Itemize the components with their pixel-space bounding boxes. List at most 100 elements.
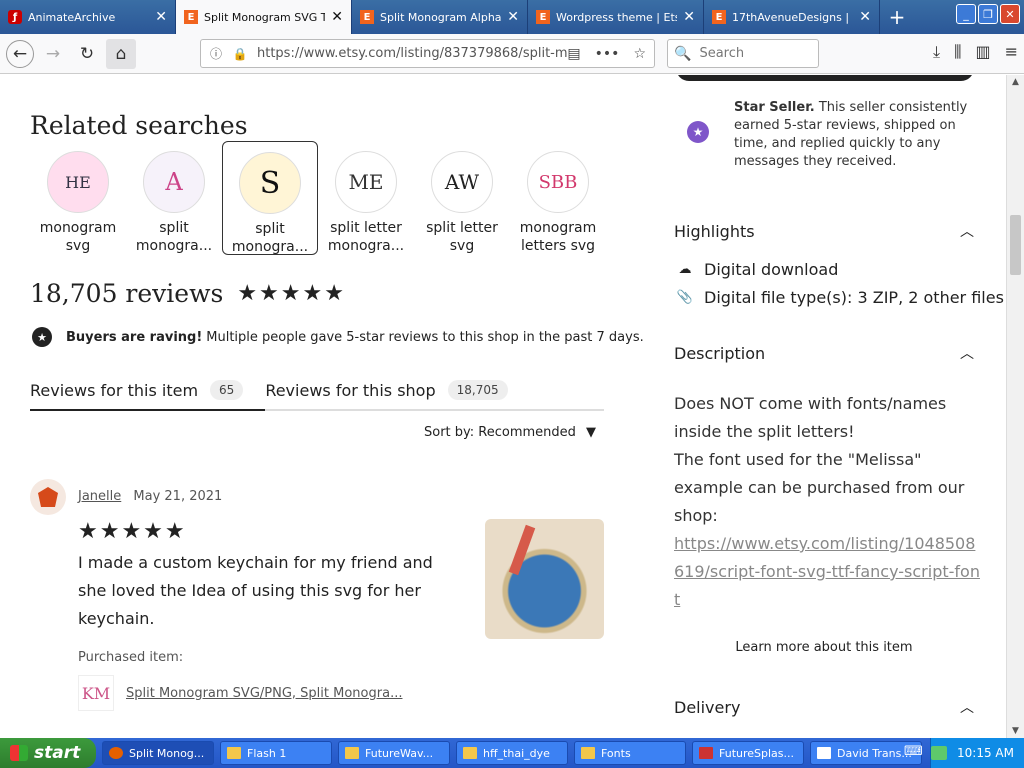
purchased-item-link[interactable]: Split Monogram SVG/PNG, Split Monogra... xyxy=(126,686,402,701)
close-icon[interactable]: ✕ xyxy=(859,9,871,25)
navigation-bar: ← → ↻ ⌂ ⓘ 🔒 https://www.etsy.com/listing… xyxy=(0,34,1024,74)
clock: 10:15 AM xyxy=(957,746,1014,760)
home-button[interactable]: ⌂ xyxy=(106,38,136,69)
purchased-item[interactable]: KM Split Monogram SVG/PNG, Split Monogra… xyxy=(78,675,402,711)
highlight-label: Digital file type(s): 3 ZIP, 2 other fil… xyxy=(704,288,1004,307)
scrollbar-thumb[interactable] xyxy=(1010,215,1021,275)
network-icon[interactable] xyxy=(931,746,948,760)
taskbar-item[interactable]: FutureSplas... xyxy=(692,741,804,765)
tab-label: 17thAvenueDesigns | Et xyxy=(732,10,854,24)
description-text: Does NOT come with fonts/names inside th… xyxy=(674,390,984,614)
tab-17th-avenue[interactable]: E 17thAvenueDesigns | Et ✕ xyxy=(704,0,880,34)
description-title: Description xyxy=(674,343,766,363)
more-actions-icon[interactable]: ••• xyxy=(595,46,620,62)
highlights-title: Highlights xyxy=(674,221,755,241)
tab-reviews-item[interactable]: Reviews for this item 65 xyxy=(30,371,266,411)
star-seller-info: ★ Star Seller. This seller consistently … xyxy=(674,99,984,171)
star-badge-icon: ★ xyxy=(32,327,52,347)
taskbar-item[interactable]: Fonts xyxy=(574,741,686,765)
library-icon[interactable]: ⫼ xyxy=(954,42,961,62)
related-search-item[interactable]: ME split letter monogra... xyxy=(318,141,414,255)
tab-label: Reviews for this item xyxy=(30,380,199,400)
review-author-link[interactable]: Janelle xyxy=(78,489,121,504)
related-search-thumbnail: S xyxy=(239,152,301,214)
scroll-down-icon[interactable]: ▼ xyxy=(1007,724,1024,738)
tab-reviews-shop[interactable]: Reviews for this shop 18,705 xyxy=(265,371,529,409)
raving-bold: Buyers are raving! xyxy=(66,329,203,345)
taskbar-item[interactable]: FutureWav... xyxy=(338,741,450,765)
keyboard-icon[interactable]: ⌨ xyxy=(904,744,924,762)
chevron-up-icon: ︿ xyxy=(960,700,974,716)
window-controls: _ ❐ ✕ xyxy=(956,4,1020,24)
taskbar-item[interactable]: hff_thai_dye xyxy=(456,741,568,765)
start-button[interactable]: start xyxy=(0,738,96,768)
close-icon[interactable]: ✕ xyxy=(507,9,519,25)
close-window-button[interactable]: ✕ xyxy=(1000,4,1020,24)
close-icon[interactable]: ✕ xyxy=(155,9,167,25)
taskbar-item[interactable]: Flash 1 xyxy=(220,741,332,765)
download-icon[interactable]: ⤓ xyxy=(933,42,940,62)
count-badge: 65 xyxy=(210,380,244,400)
vertical-scrollbar[interactable]: ▲ ▼ xyxy=(1006,75,1024,738)
menu-icon[interactable]: ≡ xyxy=(1005,42,1018,62)
url-bar[interactable]: ⓘ 🔒 https://www.etsy.com/listing/8373798… xyxy=(200,39,655,68)
reader-view-icon[interactable]: ▤ xyxy=(567,46,580,62)
sidebar-icon[interactable]: ▥ xyxy=(975,42,990,62)
close-icon[interactable]: ✕ xyxy=(331,9,343,25)
close-icon[interactable]: ✕ xyxy=(683,9,695,25)
flash-icon: ƒ xyxy=(8,10,22,24)
description-line: Does NOT come with fonts/names inside th… xyxy=(674,394,947,441)
tab-animate-archive[interactable]: ƒ AnimateArchive ✕ xyxy=(0,0,176,34)
windows-logo-icon xyxy=(10,745,28,761)
search-input[interactable]: 🔍 Search xyxy=(667,39,819,68)
new-tab-button[interactable]: + xyxy=(880,0,914,34)
restore-button[interactable]: ❐ xyxy=(978,4,998,24)
highlight-label: Digital download xyxy=(704,260,839,279)
back-button[interactable]: ← xyxy=(6,39,34,68)
related-search-item[interactable]: A split monogra... xyxy=(126,141,222,255)
related-search-item[interactable]: HE monogram svg xyxy=(30,141,126,255)
scroll-up-icon[interactable]: ▲ xyxy=(1007,75,1024,89)
tab-label: Reviews for this shop xyxy=(265,380,436,400)
taskbar-label: Fonts xyxy=(601,746,631,760)
description-link[interactable]: https://www.etsy.com/listing/1048508619/… xyxy=(674,530,984,614)
related-searches-title: Related searches xyxy=(30,111,248,140)
highlight-item: 📎 Digital file type(s): 3 ZIP, 2 other f… xyxy=(676,288,1004,307)
related-search-item[interactable]: AW split letter svg xyxy=(414,141,510,255)
taskbar-item[interactable]: Split Monog... xyxy=(102,741,214,765)
paperclip-icon: 📎 xyxy=(676,290,694,305)
review-date: May 21, 2021 xyxy=(133,489,223,504)
review-photo[interactable] xyxy=(485,519,604,639)
app-icon xyxy=(699,747,713,759)
related-search-item[interactable]: SBB monogram letters svg xyxy=(510,141,606,255)
related-search-item[interactable]: S split monogra... xyxy=(222,141,318,255)
related-search-thumbnail: HE xyxy=(47,151,109,213)
description-header[interactable]: Description ︿ xyxy=(674,343,974,363)
sort-dropdown[interactable]: Sort by: Recommended ▼ xyxy=(424,425,596,440)
folder-icon xyxy=(581,747,595,759)
tab-label: Split Monogram SVG TTF xyxy=(204,10,326,24)
minimize-button[interactable]: _ xyxy=(956,4,976,24)
count-badge: 18,705 xyxy=(447,380,508,400)
learn-more-button[interactable]: Learn more about this item xyxy=(674,640,974,655)
url-text[interactable]: https://www.etsy.com/listing/837379868/s… xyxy=(257,46,567,61)
description-line: The font used for the "Melissa" example … xyxy=(674,450,965,525)
tab-split-monogram-alphabet[interactable]: E Split Monogram Alphabe ✕ xyxy=(352,0,528,34)
highlights-header[interactable]: Highlights ︿ xyxy=(674,221,974,241)
primary-action-button[interactable] xyxy=(676,75,974,81)
browser-tab-bar: ƒ AnimateArchive ✕ E Split Monogram SVG … xyxy=(0,0,1024,34)
delivery-header[interactable]: Delivery ︿ xyxy=(674,697,974,717)
bookmark-star-icon[interactable]: ☆ xyxy=(633,46,646,62)
tab-wordpress-theme[interactable]: E Wordpress theme | Etsy ✕ xyxy=(528,0,704,34)
page-content: Related searches HE monogram svg A split… xyxy=(0,75,1006,738)
reload-button[interactable]: ↻ xyxy=(72,39,102,69)
delivery-title: Delivery xyxy=(674,697,741,717)
buyers-raving-notice: ★ Buyers are raving! Multiple people gav… xyxy=(32,327,644,347)
star-seller-icon: ★ xyxy=(678,119,718,145)
keychain-tassel-image xyxy=(508,524,536,576)
tab-split-monogram[interactable]: E Split Monogram SVG TTF ✕ xyxy=(176,0,352,34)
avatar-shape-icon xyxy=(38,487,58,507)
forward-button[interactable]: → xyxy=(38,39,68,69)
sort-label: Sort by: Recommended xyxy=(424,425,576,440)
info-icon[interactable]: ⓘ xyxy=(207,45,225,62)
